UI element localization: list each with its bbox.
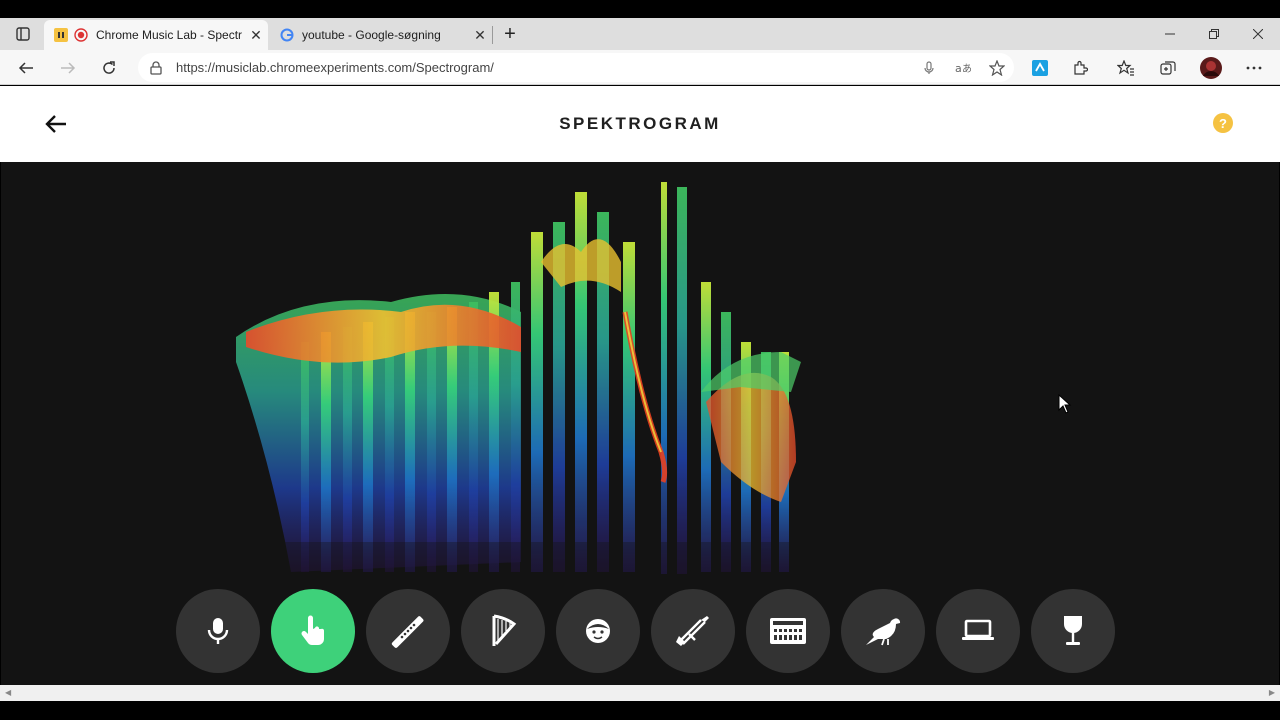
close-window-icon[interactable] bbox=[1236, 18, 1280, 50]
harp-icon bbox=[492, 614, 517, 646]
extensions-puzzle-icon[interactable] bbox=[1066, 54, 1094, 82]
horizontal-scrollbar[interactable]: ◀ ▶ bbox=[0, 685, 1280, 701]
instrument-bar bbox=[176, 589, 1115, 673]
page-title: SPEKTROGRAM bbox=[559, 114, 721, 133]
profile-avatar-icon[interactable] bbox=[1197, 54, 1225, 82]
tab-youtube-search[interactable]: youtube - Google-søgning ✕ bbox=[270, 20, 492, 50]
harp-button[interactable] bbox=[461, 589, 545, 673]
spectrogram-canvas[interactable] bbox=[1, 162, 1279, 685]
scroll-left-icon[interactable]: ◀ bbox=[5, 688, 11, 697]
laptop-icon bbox=[962, 619, 994, 640]
close-tab-icon[interactable]: ✕ bbox=[244, 27, 268, 44]
forward-icon[interactable] bbox=[54, 54, 82, 82]
finger-draw-button[interactable] bbox=[271, 589, 355, 673]
finger-pointer-icon bbox=[301, 615, 325, 645]
screen: Chrome Music Lab - Spectr ✕ youtube - Go… bbox=[0, 0, 1280, 720]
favorite-star-icon[interactable] bbox=[980, 59, 1014, 76]
microphone-icon bbox=[207, 618, 229, 644]
close-tab-icon[interactable]: ✕ bbox=[468, 27, 492, 44]
recording-icon bbox=[74, 28, 88, 42]
scroll-right-icon[interactable]: ▶ bbox=[1269, 688, 1275, 697]
collections-icon[interactable] bbox=[1154, 54, 1182, 82]
google-icon bbox=[280, 28, 294, 42]
tab-label: youtube - Google-søgning bbox=[302, 28, 441, 42]
tab-strip: Chrome Music Lab - Spectr ✕ youtube - Go… bbox=[0, 18, 1280, 50]
voice-button[interactable] bbox=[556, 589, 640, 673]
bird-icon bbox=[866, 618, 901, 646]
trombone-icon bbox=[676, 616, 709, 646]
help-icon[interactable]: ? bbox=[1213, 113, 1233, 133]
pause-badge-icon bbox=[54, 28, 68, 42]
trombone-button[interactable] bbox=[651, 589, 735, 673]
flute-button[interactable] bbox=[366, 589, 450, 673]
tab-divider bbox=[492, 26, 493, 44]
lock-icon[interactable] bbox=[148, 60, 164, 75]
bottom-letterbox bbox=[0, 701, 1280, 720]
svg-text:あ: あ bbox=[962, 63, 971, 75]
synthesizer-button[interactable] bbox=[746, 589, 830, 673]
minimize-icon[interactable] bbox=[1148, 18, 1192, 50]
tab-actions-icon[interactable] bbox=[6, 18, 40, 50]
wine-glass-button[interactable] bbox=[1031, 589, 1115, 673]
bird-button[interactable] bbox=[841, 589, 925, 673]
svg-text:a: a bbox=[955, 62, 962, 75]
page-header: SPEKTROGRAM ? bbox=[0, 86, 1280, 162]
extension-app-icon[interactable] bbox=[1026, 54, 1054, 82]
mouse-cursor-icon bbox=[1058, 393, 1072, 419]
tab-chrome-music-lab[interactable]: Chrome Music Lab - Spectr ✕ bbox=[44, 20, 268, 50]
translate-icon[interactable]: aあ bbox=[946, 61, 980, 75]
url-text[interactable]: https://musiclab.chromeexperiments.com/S… bbox=[176, 60, 912, 75]
microphone-search-icon[interactable] bbox=[912, 60, 946, 75]
address-bar[interactable]: https://musiclab.chromeexperiments.com/S… bbox=[138, 53, 1014, 82]
computer-button[interactable] bbox=[936, 589, 1020, 673]
back-icon[interactable] bbox=[12, 54, 40, 82]
more-menu-icon[interactable] bbox=[1240, 54, 1268, 82]
synthesizer-icon bbox=[770, 618, 806, 644]
microphone-button[interactable] bbox=[176, 589, 260, 673]
new-tab-button[interactable]: + bbox=[497, 20, 523, 48]
tab-label: Chrome Music Lab - Spectr bbox=[96, 28, 243, 42]
flute-icon bbox=[391, 616, 424, 648]
favorites-icon[interactable] bbox=[1112, 54, 1140, 82]
browser-toolbar: https://musiclab.chromeexperiments.com/S… bbox=[0, 50, 1280, 85]
wine-glass-icon bbox=[1064, 616, 1082, 645]
restore-icon[interactable] bbox=[1192, 18, 1236, 50]
window-controls bbox=[1148, 18, 1280, 50]
reload-icon[interactable] bbox=[95, 54, 123, 82]
face-voice-icon bbox=[586, 619, 610, 643]
